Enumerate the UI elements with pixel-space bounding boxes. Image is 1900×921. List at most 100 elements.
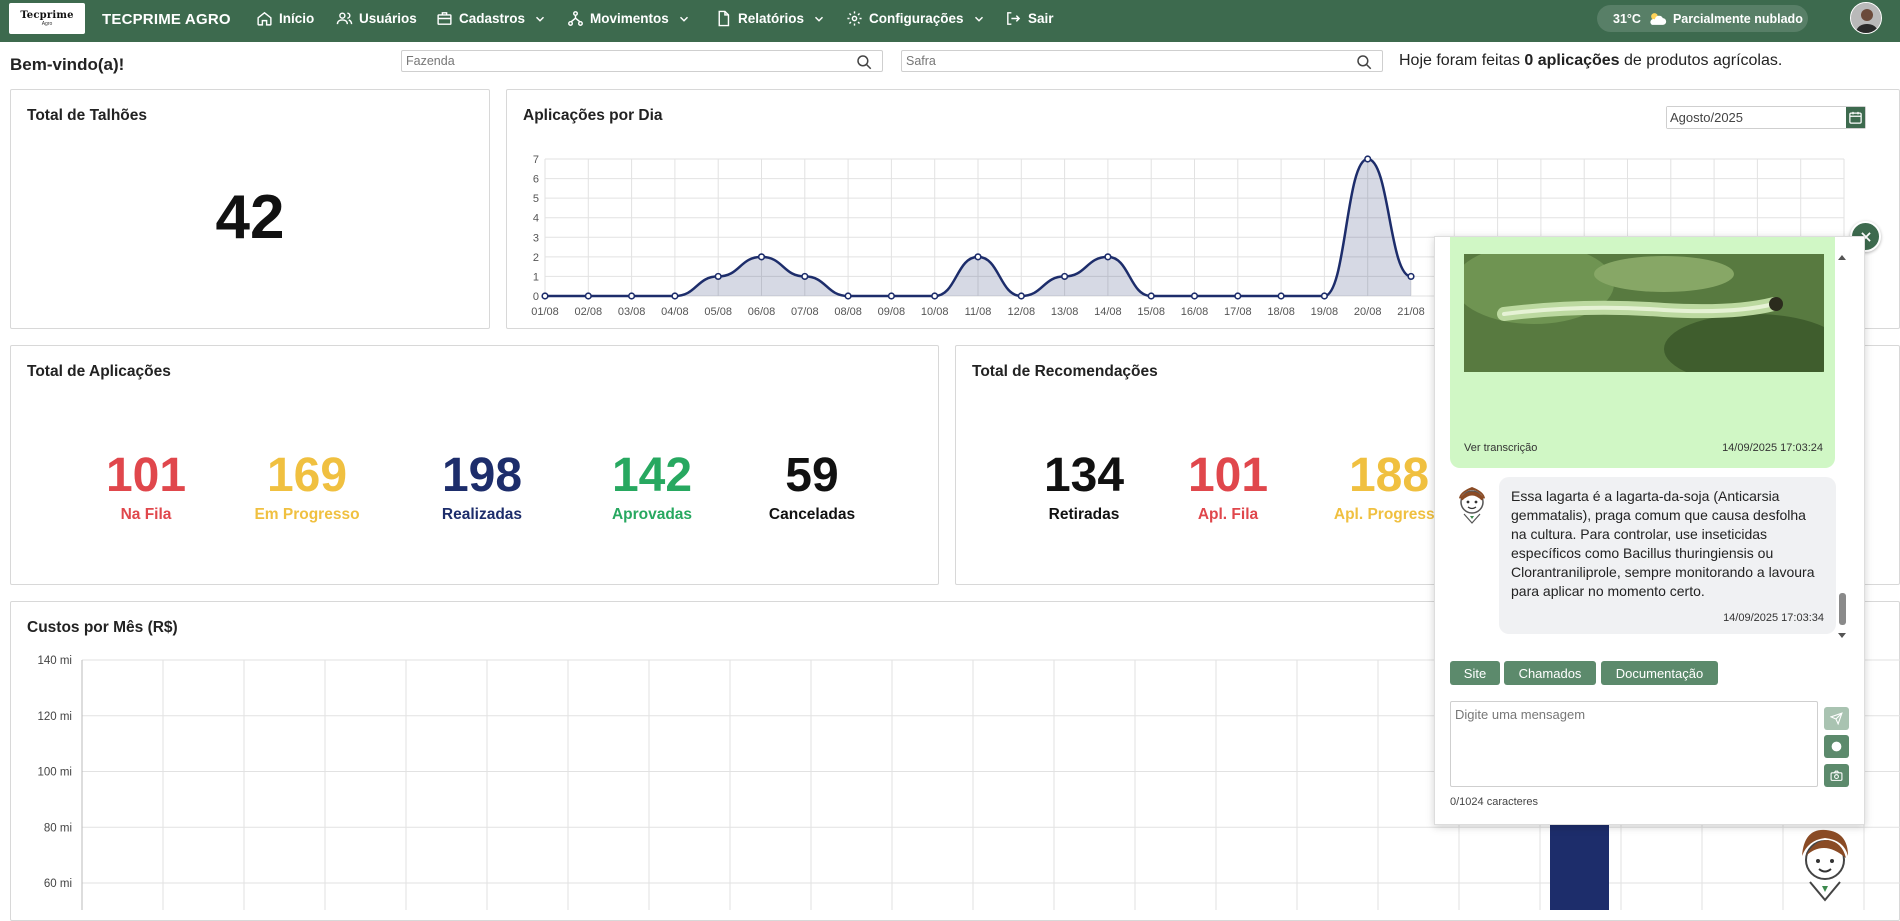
caterpillar-image-icon [1464, 254, 1824, 372]
data-point [1190, 292, 1199, 300]
data-point [1364, 155, 1372, 163]
talhoes-value: 42 [215, 183, 285, 252]
nav-sair[interactable]: Sair [1005, 10, 1054, 27]
data-point [931, 292, 939, 300]
cost-bar [1550, 825, 1609, 910]
month-picker[interactable] [1666, 106, 1866, 129]
chat-scrollbar-thumb[interactable] [1839, 593, 1846, 625]
user-message-timestamp: 14/09/2025 17:03:24 [1722, 442, 1823, 454]
calendar-button[interactable] [1846, 107, 1865, 128]
nav-movimentos[interactable]: Movimentos [567, 10, 691, 27]
file-icon [718, 10, 730, 27]
chevron-down-icon [815, 16, 824, 22]
today-suffix: de produtos agrícolas. [1619, 52, 1783, 69]
stat-value: 142 [611, 449, 693, 502]
record-audio-button[interactable] [1824, 735, 1849, 758]
x-tick-label: 20/08 [1354, 306, 1382, 318]
stat-value: 101 [1187, 449, 1269, 502]
nav-usuarios[interactable]: Usuários [336, 10, 417, 27]
users-icon [336, 12, 353, 25]
stat-label: Realizadas [441, 506, 523, 523]
x-tick-label: 05/08 [704, 306, 732, 318]
fazenda-input[interactable] [402, 51, 882, 71]
stat-aprovadas: 142 Aprovadas [577, 452, 727, 524]
stat-realizadas: 198 Realizadas [407, 452, 557, 524]
total-recomendacoes-title: Total de Recomendações [972, 363, 1158, 380]
talhoes-card: Total de Talhões 42 [10, 89, 490, 329]
fazenda-search[interactable] [401, 50, 883, 72]
x-tick-label: 14/08 [1094, 306, 1122, 318]
data-point [627, 292, 636, 300]
scroll-down-arrow[interactable] [1838, 633, 1846, 638]
send-button[interactable] [1824, 707, 1849, 730]
data-point [757, 253, 766, 261]
calendar-icon [1849, 111, 1862, 124]
y-tick-label: 2 [533, 252, 539, 264]
y-tick-label: 6 [533, 174, 539, 186]
safra-search[interactable] [901, 50, 1383, 72]
y-tick-label: 4 [533, 213, 539, 225]
aplicacoes-dia-title: Aplicações por Dia [523, 107, 663, 124]
network-icon [568, 11, 583, 26]
x-tick-label: 06/08 [748, 306, 776, 318]
nav-cadastros-label: Cadastros [459, 11, 526, 26]
nav-sair-label: Sair [1028, 11, 1054, 26]
y-tick-label: 3 [533, 232, 539, 244]
user-avatar[interactable] [1850, 2, 1882, 34]
stat-na-fila: 101 Na Fila [71, 452, 221, 524]
quick-documentacao-button[interactable]: Documentação [1601, 661, 1718, 685]
stat-label: Na Fila [120, 506, 172, 523]
data-point [1407, 272, 1415, 281]
stat-retiradas: 134 Retiradas [1009, 452, 1159, 524]
scroll-up-arrow[interactable] [1838, 255, 1846, 260]
nav-configuracoes[interactable]: Configurações [846, 10, 986, 27]
caterpillar-photo[interactable] [1464, 254, 1824, 372]
logo-text: Tecprime [20, 10, 74, 21]
ver-transcricao-link[interactable]: Ver transcrição [1464, 442, 1537, 454]
quick-site-button[interactable]: Site [1450, 661, 1500, 685]
data-point [1277, 292, 1285, 300]
logo-subtext: Agro [41, 21, 53, 27]
x-tick-label: 09/08 [878, 306, 906, 318]
quick-chamados-button[interactable]: Chamados [1504, 661, 1596, 685]
stat-em-progresso: 169 Em Progresso [232, 452, 382, 524]
top-navbar: Tecprime Agro TECPRIME AGRO Início Usuár… [0, 0, 1900, 42]
search-icon[interactable] [855, 53, 873, 71]
nav-cadastros[interactable]: Cadastros [436, 10, 547, 27]
assistant-fab-icon[interactable] [1794, 826, 1854, 902]
camera-button[interactable] [1824, 764, 1849, 787]
data-point [1017, 292, 1025, 300]
data-point [1060, 272, 1069, 281]
stat-canceladas: 59 Canceladas [737, 452, 887, 524]
data-point [584, 292, 592, 300]
chevron-down-icon [536, 16, 545, 22]
x-tick-label: 17/08 [1224, 306, 1252, 318]
nav-inicio[interactable]: Início [256, 10, 314, 27]
chat-message-box[interactable] [1450, 701, 1818, 787]
char-counter: 0/1024 caracteres [1450, 796, 1539, 808]
x-tick-label: 03/08 [618, 306, 646, 318]
y-tick-label: 7 [533, 154, 539, 166]
custos-title: Custos por Mês (R$) [27, 619, 178, 636]
tecprime-logo[interactable]: Tecprime Agro [9, 3, 85, 34]
month-input[interactable] [1667, 107, 1846, 128]
nav-inicio-label: Início [279, 11, 315, 26]
search-icon[interactable] [1355, 53, 1373, 71]
assistant-avatar-icon [1459, 487, 1485, 524]
x-tick-label: 12/08 [1008, 306, 1036, 318]
x-tick-label: 02/08 [575, 306, 603, 318]
nav-relatorios[interactable]: Relatórios [715, 10, 826, 27]
y-tick-label: 100 mi [37, 767, 72, 779]
cloud-sun-icon [1650, 12, 1667, 25]
data-point [1234, 292, 1242, 300]
gear-icon [847, 11, 862, 26]
x-tick-label: 01/08 [531, 306, 559, 318]
x-tick-label: 15/08 [1137, 306, 1165, 318]
data-point [541, 292, 549, 300]
stat-label: Em Progresso [254, 506, 360, 523]
safra-input[interactable] [902, 51, 1382, 71]
stat-value: 134 [1043, 449, 1125, 502]
chat-message-input[interactable] [1451, 702, 1817, 786]
x-tick-label: 16/08 [1181, 306, 1209, 318]
nav-usuarios-label: Usuários [359, 11, 417, 26]
